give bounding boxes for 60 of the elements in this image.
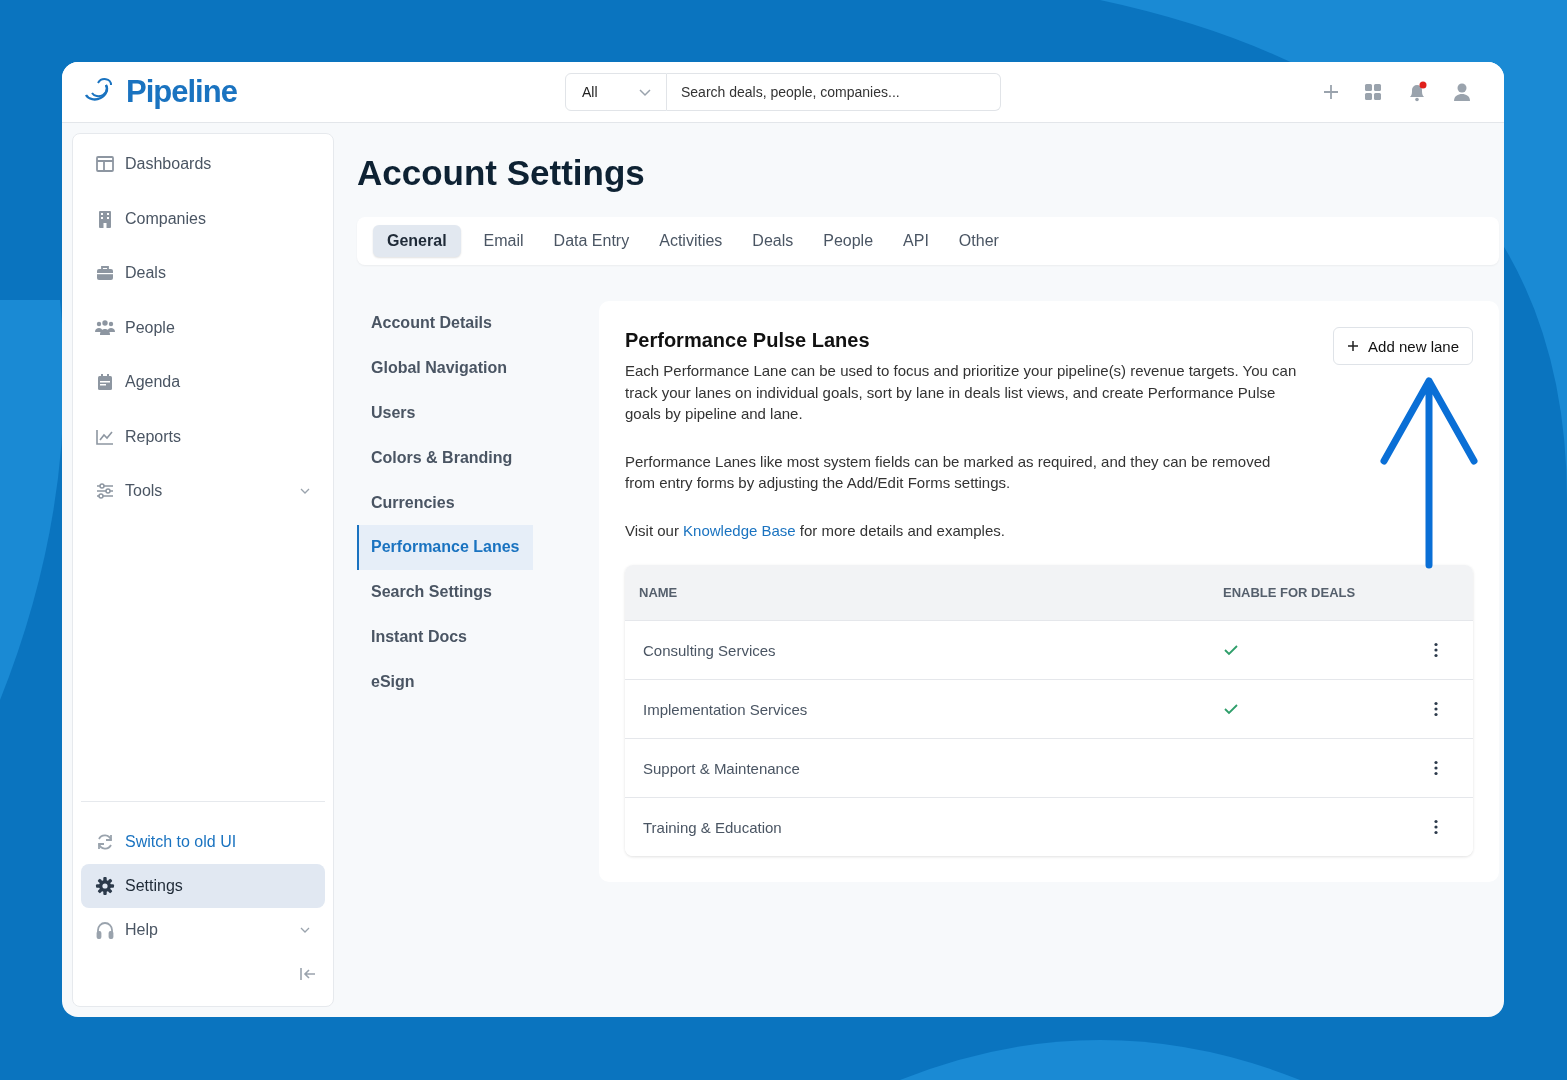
settings-menu-item[interactable]: Account Details [347, 301, 533, 346]
dash-icon [95, 154, 115, 175]
tab[interactable]: General [373, 225, 461, 257]
brand-name: Pipeline [126, 74, 237, 110]
sidebar-item[interactable]: Deals [81, 246, 325, 301]
more-icon[interactable] [1433, 642, 1439, 658]
sidebar-item[interactable]: Help [81, 908, 325, 952]
sidebar-item[interactable]: People [81, 300, 325, 355]
description-text: Performance Lanes like most system fields can be marked as required, and they can be removed from entry forms by adjusting the Add/Edit Forms settings. [625, 451, 1272, 493]
settings-menu-item[interactable]: eSign [347, 659, 533, 705]
more-icon[interactable] [1433, 701, 1439, 717]
column-header: ENABLE FOR DEALS [1223, 585, 1357, 600]
tab[interactable]: Data Entry [542, 225, 641, 257]
sidebar-item[interactable]: Companies [81, 191, 325, 246]
search-field[interactable]: Search deals, people, companies... [667, 73, 1001, 111]
scope-dropdown[interactable]: All [565, 73, 667, 111]
tab[interactable]: Activities [648, 225, 734, 257]
help-text: Visit our Knowledge Base for more details and examples. [625, 520, 1006, 541]
lane-name: Training & Education [643, 818, 783, 836]
lane-name: Consulting Services [643, 641, 777, 659]
sidebar-item[interactable]: Agenda [81, 355, 325, 410]
settings-menu-item[interactable]: Performance Lanes [357, 525, 533, 570]
plus-icon[interactable] [1322, 83, 1340, 101]
sidebar-item[interactable]: Settings [81, 864, 325, 908]
headset-icon [95, 920, 115, 940]
tab[interactable]: API [892, 225, 940, 257]
add-lane-button[interactable]: Add new lane [1333, 327, 1473, 365]
settings-menu-item[interactable]: Currencies [347, 480, 533, 525]
plus-icon [1347, 340, 1360, 352]
lane-name: Support & Maintenance [643, 759, 801, 777]
card-title: Performance Pulse Lanes [625, 329, 871, 352]
refresh-icon [95, 832, 115, 852]
tab[interactable]: People [812, 225, 885, 257]
more-icon[interactable] [1433, 819, 1439, 835]
settings-icon [95, 876, 115, 896]
calendar-icon [95, 372, 115, 393]
grid-icon[interactable] [1364, 83, 1382, 101]
settings-menu-item[interactable]: Instant Docs [347, 614, 533, 660]
tab[interactable]: Deals [741, 225, 805, 257]
description-text: Each Performance Lane can be used to focus and prioritize your pipeline(s) revenue targets. You can track your lanes on individual goals, sort by lane in deals list views, and create Performance Pulse goals by pipeline and lane. [625, 361, 1297, 424]
settings-menu-item[interactable]: Colors & Branding [347, 435, 533, 481]
tab[interactable]: Email [472, 225, 535, 257]
tab[interactable]: Other [947, 225, 1010, 257]
column-header: NAME [639, 585, 679, 600]
more-icon[interactable] [1433, 760, 1439, 776]
switch-link[interactable]: Switch to old UI [81, 820, 325, 864]
sidebar-item[interactable]: Reports [81, 409, 325, 464]
lane-name: Implementation Services [643, 700, 809, 718]
user-icon[interactable] [1452, 82, 1472, 102]
sidebar-item[interactable]: Tools [81, 464, 325, 519]
people-icon [95, 317, 115, 338]
settings-menu-item[interactable]: Global Navigation [347, 345, 533, 391]
collapse-icon[interactable] [299, 966, 317, 982]
knowledge-base-link[interactable]: Knowledge Base [683, 521, 796, 539]
chevron-icon [638, 87, 652, 97]
sliders-icon [95, 481, 115, 502]
settings-menu-item[interactable]: Users [347, 390, 533, 436]
settings-menu-item[interactable]: Search Settings [347, 569, 533, 615]
sidebar-item[interactable]: Dashboards [81, 137, 325, 192]
page-title: Account Settings [357, 153, 646, 193]
